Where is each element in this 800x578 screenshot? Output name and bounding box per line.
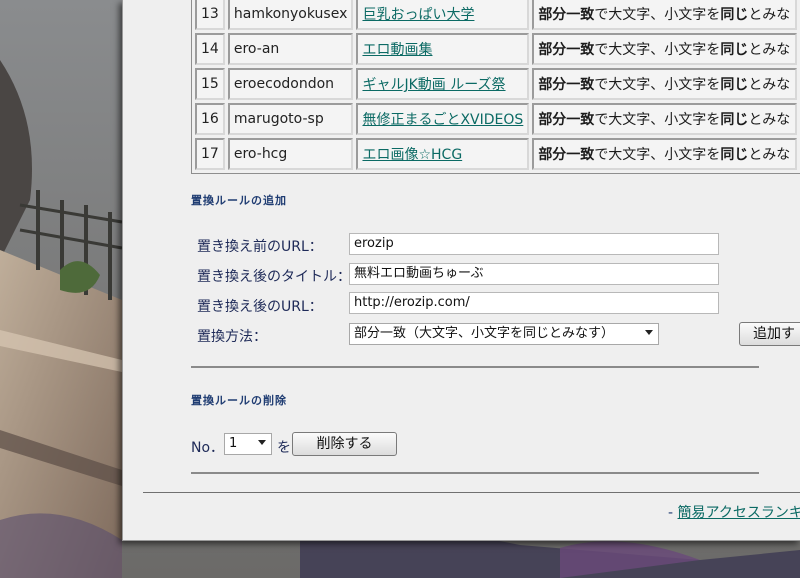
method-bold: 部分一致 bbox=[538, 7, 595, 23]
method-text: で大文字、小文字を bbox=[594, 7, 721, 23]
rule-key: eroecodondon bbox=[227, 68, 354, 100]
footer-dash: - bbox=[668, 505, 678, 521]
method-bold-2: 同じ bbox=[720, 112, 749, 128]
after-title-input[interactable]: 無料エロ動画ちゅーぶ bbox=[349, 263, 719, 285]
method-text-2: とみな bbox=[748, 147, 791, 163]
rule-row: 16 marugoto-sp 無修正まるごとXVIDEOS 部分一致で大文字、小文字を… bbox=[195, 103, 797, 135]
method-text-2: とみな bbox=[748, 112, 791, 128]
rule-title-cell: ギャルJK動画 ルーズ祭 bbox=[356, 68, 530, 100]
method-text-2: とみな bbox=[748, 42, 791, 58]
footer-divider bbox=[143, 492, 800, 493]
delete-no-label: No． bbox=[191, 440, 225, 456]
rule-title-link[interactable]: 無修正まるごとXVIDEOS bbox=[362, 112, 523, 128]
delete-rule-heading: 置換ルールの削除 bbox=[191, 394, 287, 407]
delete-rule-button[interactable]: 削除する bbox=[292, 432, 397, 456]
rule-method: 部分一致で大文字、小文字を同じとみな bbox=[532, 0, 797, 30]
method-bold: 部分一致 bbox=[538, 147, 595, 163]
rule-row: 15 eroecodondon ギャルJK動画 ルーズ祭 部分一致で大文字、小文字を同… bbox=[195, 68, 797, 100]
method-bold: 部分一致 bbox=[538, 77, 595, 93]
rule-title-cell: 無修正まるごとXVIDEOS bbox=[356, 103, 530, 135]
rule-number: 15 bbox=[195, 68, 225, 100]
delete-particle: を bbox=[277, 440, 291, 456]
rule-title-link[interactable]: エロ画像☆HCG bbox=[362, 147, 462, 163]
rule-method: 部分一致で大文字、小文字を同じとみな bbox=[532, 103, 797, 135]
method-bold: 部分一致 bbox=[538, 112, 595, 128]
rule-row: 13 hamkonyokusex 巨乳おっぱい大学 部分一致で大文字、小文字を同じとみ… bbox=[195, 0, 797, 30]
access-ranking-link[interactable]: 簡易アクセスランキ bbox=[678, 505, 800, 521]
rule-row: 14 ero-an エロ動画集 部分一致で大文字、小文字を同じとみな bbox=[195, 33, 797, 65]
method-select[interactable]: 部分一致（大文字、小文字を同じとみなす） bbox=[349, 323, 659, 345]
chevron-down-icon bbox=[258, 440, 266, 445]
browser-window: 13 hamkonyokusex 巨乳おっぱい大学 部分一致で大文字、小文字を同じとみ… bbox=[122, 0, 800, 541]
add-rule-heading: 置換ルールの追加 bbox=[191, 194, 287, 207]
method-text-2: とみな bbox=[748, 77, 791, 93]
rule-method: 部分一致で大文字、小文字を同じとみな bbox=[532, 138, 797, 170]
method-text: で大文字、小文字を bbox=[594, 112, 721, 128]
method-label: 置換方法： bbox=[197, 329, 267, 345]
replace-rules-table: 13 hamkonyokusex 巨乳おっぱい大学 部分一致で大文字、小文字を同じとみ… bbox=[191, 0, 800, 174]
after-url-label: 置き換え後のURL： bbox=[197, 299, 323, 315]
rule-title-link[interactable]: ギャルJK動画 ルーズ祭 bbox=[362, 77, 505, 93]
section-divider bbox=[191, 366, 759, 368]
delete-no-select[interactable]: 1 bbox=[224, 433, 272, 455]
method-text: で大文字、小文字を bbox=[594, 147, 721, 163]
rule-row: 17 ero-hcg エロ画像☆HCG 部分一致で大文字、小文字を同じとみな bbox=[195, 138, 797, 170]
rule-number: 14 bbox=[195, 33, 225, 65]
rule-key: ero-hcg bbox=[227, 138, 354, 170]
add-rule-button[interactable]: 追加す bbox=[739, 322, 800, 346]
before-url-input[interactable]: erozip bbox=[349, 233, 719, 255]
rule-key: ero-an bbox=[227, 33, 354, 65]
rule-method: 部分一致で大文字、小文字を同じとみな bbox=[532, 68, 797, 100]
rule-title-cell: 巨乳おっぱい大学 bbox=[356, 0, 530, 30]
footer: - 簡易アクセスランキ bbox=[668, 502, 800, 522]
rule-title-cell: エロ動画集 bbox=[356, 33, 530, 65]
delete-no-value: 1 bbox=[229, 436, 238, 451]
rule-number: 16 bbox=[195, 103, 225, 135]
rule-key: marugoto-sp bbox=[227, 103, 354, 135]
method-select-value: 部分一致（大文字、小文字を同じとみなす） bbox=[354, 326, 615, 341]
section-divider bbox=[191, 472, 759, 474]
before-url-label: 置き換え前のURL： bbox=[197, 239, 323, 255]
after-title-label: 置き換え後のタイトル： bbox=[197, 269, 351, 285]
method-bold-2: 同じ bbox=[720, 42, 749, 58]
after-url-input[interactable]: http://erozip.com/ bbox=[349, 292, 719, 314]
method-text-2: とみな bbox=[748, 7, 791, 23]
rule-number: 13 bbox=[195, 0, 225, 30]
rule-title-link[interactable]: 巨乳おっぱい大学 bbox=[362, 7, 474, 23]
method-bold: 部分一致 bbox=[538, 42, 595, 58]
rule-number: 17 bbox=[195, 138, 225, 170]
rule-method: 部分一致で大文字、小文字を同じとみな bbox=[532, 33, 797, 65]
rule-title-cell: エロ画像☆HCG bbox=[356, 138, 530, 170]
method-text: で大文字、小文字を bbox=[594, 42, 721, 58]
rule-title-link[interactable]: エロ動画集 bbox=[362, 42, 432, 58]
method-bold-2: 同じ bbox=[720, 77, 749, 93]
chevron-down-icon bbox=[645, 330, 653, 335]
method-bold-2: 同じ bbox=[720, 147, 749, 163]
rule-key: hamkonyokusex bbox=[227, 0, 354, 30]
method-bold-2: 同じ bbox=[720, 7, 749, 23]
method-text: で大文字、小文字を bbox=[594, 77, 721, 93]
